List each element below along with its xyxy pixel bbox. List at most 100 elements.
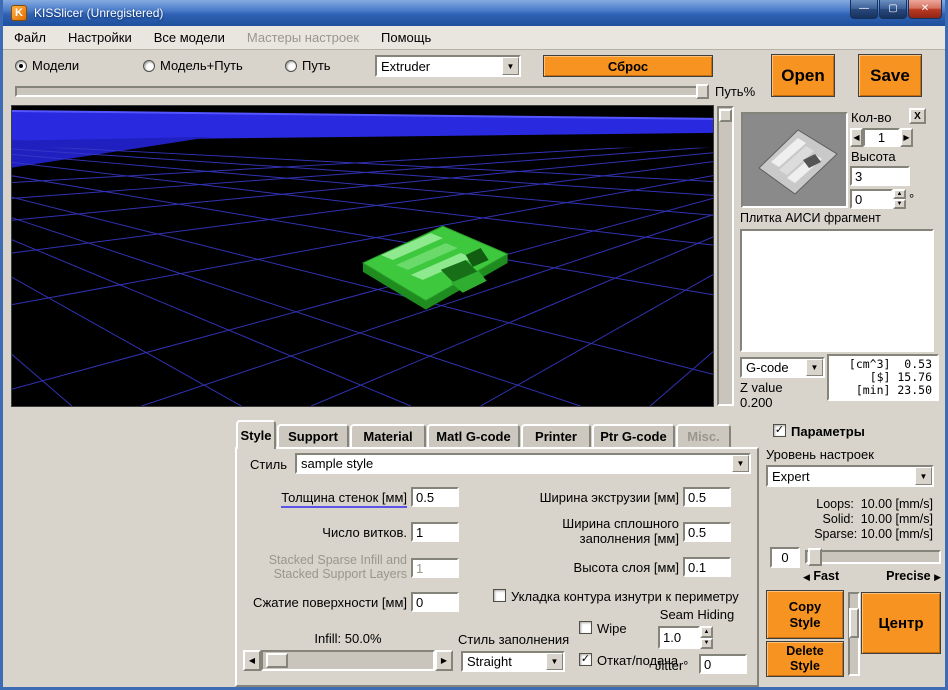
- radio-path[interactable]: Путь: [285, 58, 331, 73]
- infill-slider-left-button[interactable]: ◀: [243, 650, 261, 671]
- height-input[interactable]: [850, 166, 910, 186]
- menu-help[interactable]: Помощь: [370, 27, 442, 48]
- jitter-input[interactable]: [699, 654, 747, 674]
- open-button[interactable]: Open: [771, 54, 835, 97]
- copy-style-button[interactable]: Copy Style: [766, 590, 844, 639]
- radio-models[interactable]: Модели: [15, 58, 79, 73]
- infill-percent-label: Infill: 50.0%: [243, 631, 453, 646]
- speed-readout: Loops: 10.00 [mm/s] Solid: 10.00 [mm/s] …: [773, 497, 933, 542]
- chevron-down-icon[interactable]: ▼: [806, 359, 823, 376]
- stacked-infill-label: Stacked Sparse Infill and Stacked Suppor…: [243, 553, 407, 581]
- solid-width-input[interactable]: [683, 522, 731, 542]
- radio-model-path[interactable]: Модель+Путь: [143, 58, 243, 73]
- tab-printer[interactable]: Printer: [521, 424, 591, 447]
- tab-support[interactable]: Support: [277, 424, 349, 447]
- tab-style[interactable]: Style: [236, 420, 276, 449]
- wall-thickness-input[interactable]: [411, 487, 459, 507]
- model-list[interactable]: [740, 229, 934, 352]
- solid-width-label: Ширина сплошного заполнения [мм]: [513, 516, 679, 546]
- model-thumbnail-image: [743, 114, 846, 206]
- radio-path-label: Путь: [302, 58, 331, 73]
- minimize-button[interactable]: —: [850, 0, 878, 19]
- viewport-vertical-slider[interactable]: [717, 106, 734, 406]
- chevron-down-icon[interactable]: ▼: [546, 653, 563, 670]
- radio-circle-icon: [15, 60, 27, 72]
- close-button[interactable]: ✕: [908, 0, 942, 19]
- seam-hiding-spinner: ▲ ▼: [700, 626, 713, 649]
- speed-slider-handle[interactable]: [808, 548, 822, 566]
- inside-out-label: Укладка контура изнутри к периметру: [511, 589, 739, 604]
- seam-hiding-input[interactable]: [658, 626, 700, 649]
- arrow-right-icon: ▶: [441, 656, 447, 665]
- extrusion-width-input[interactable]: [683, 487, 731, 507]
- style-dropdown-value: sample style: [297, 455, 732, 472]
- loops-label: Число витков.: [243, 525, 407, 540]
- menu-settings[interactable]: Настройки: [57, 27, 143, 48]
- maximize-button[interactable]: ▢: [879, 0, 907, 19]
- arrow-up-icon[interactable]: ▲: [893, 189, 906, 199]
- tab-matl-gcode[interactable]: Matl G-code: [427, 424, 520, 447]
- parameters-label: Параметры: [791, 424, 865, 439]
- arrow-down-icon[interactable]: ▼: [700, 638, 713, 650]
- delete-style-button[interactable]: Delete Style: [766, 641, 844, 677]
- settings-level-dropdown[interactable]: Expert ▼: [766, 465, 934, 487]
- parameters-checkbox[interactable]: ✓ Параметры: [773, 424, 865, 439]
- arrow-down-icon[interactable]: ▼: [893, 199, 906, 209]
- speed-input[interactable]: [770, 547, 800, 568]
- style-scrollbar-handle[interactable]: [849, 608, 859, 638]
- tab-ptr-gcode[interactable]: Ptr G-code: [592, 424, 675, 447]
- model-close-button[interactable]: X: [909, 108, 926, 124]
- chevron-down-icon[interactable]: ▼: [502, 57, 519, 75]
- speed-slider[interactable]: [805, 550, 941, 564]
- layer-height-input[interactable]: [683, 557, 731, 577]
- degree-label: °: [909, 191, 914, 206]
- gcode-dropdown[interactable]: G-code ▼: [740, 357, 825, 378]
- chevron-down-icon[interactable]: ▼: [915, 467, 932, 485]
- checkbox-box-icon: [579, 621, 592, 634]
- z-value-label: Z value: [740, 380, 783, 395]
- infill-slider-handle[interactable]: [266, 653, 288, 668]
- menu-all-models[interactable]: Все модели: [143, 27, 236, 48]
- center-button[interactable]: Центр: [861, 592, 941, 654]
- infill-style-dropdown[interactable]: Straight ▼: [461, 651, 565, 672]
- z-value: 0.200: [740, 395, 773, 410]
- app-icon: K: [11, 5, 27, 21]
- style-dropdown[interactable]: sample style ▼: [295, 453, 751, 474]
- arrow-up-icon[interactable]: ▲: [700, 626, 713, 638]
- viewport-scene: [12, 106, 713, 406]
- infill-style-dropdown-value: Straight: [463, 653, 546, 670]
- speed-loops: Loops: 10.00 [mm/s]: [773, 497, 933, 512]
- reset-button[interactable]: Сброс: [543, 55, 713, 77]
- menu-file[interactable]: Файл: [3, 27, 57, 48]
- loops-input[interactable]: [411, 522, 459, 542]
- viewport-vertical-slider-handle[interactable]: [719, 109, 732, 122]
- precise-label: Precise ▶: [886, 569, 941, 583]
- stat-time: [min] 23.50: [834, 384, 932, 397]
- shrink-input[interactable]: [411, 592, 459, 612]
- viewport-3d[interactable]: [11, 105, 714, 407]
- extrusion-width-label: Ширина экструзии [мм]: [513, 490, 679, 505]
- count-input[interactable]: [863, 128, 900, 147]
- path-percent-slider-handle[interactable]: [696, 84, 709, 99]
- radio-models-label: Модели: [32, 58, 79, 73]
- model-name-label: Плитка АИСИ фрагмент: [740, 211, 881, 225]
- path-percent-slider[interactable]: [15, 86, 709, 97]
- layer-height-label: Высота слоя [мм]: [513, 560, 679, 575]
- arrow-right-icon: ▶: [903, 133, 909, 142]
- title-bar[interactable]: K KISSlicer (Unregistered): [3, 0, 948, 26]
- wipe-checkbox[interactable]: Wipe: [579, 621, 627, 636]
- infill-slider-right-button[interactable]: ▶: [435, 650, 453, 671]
- shrink-label: Сжатие поверхности [мм]: [243, 595, 407, 610]
- minimize-icon: —: [859, 3, 869, 14]
- count-increment-button[interactable]: ▶: [900, 128, 913, 147]
- settings-level-label: Уровень настроек: [766, 447, 874, 462]
- wall-thickness-label-text: Толщина стенок [мм]: [281, 490, 407, 508]
- extruder-dropdown[interactable]: Extruder ▼: [375, 55, 521, 77]
- inside-out-checkbox[interactable]: Укладка контура изнутри к периметру: [493, 589, 751, 604]
- save-button[interactable]: Save: [858, 54, 922, 97]
- angle-input[interactable]: [850, 189, 893, 209]
- tab-material[interactable]: Material: [350, 424, 426, 447]
- chevron-down-icon[interactable]: ▼: [732, 455, 749, 472]
- count-decrement-button[interactable]: ◀: [850, 128, 863, 147]
- radio-model-path-label: Модель+Путь: [160, 58, 243, 73]
